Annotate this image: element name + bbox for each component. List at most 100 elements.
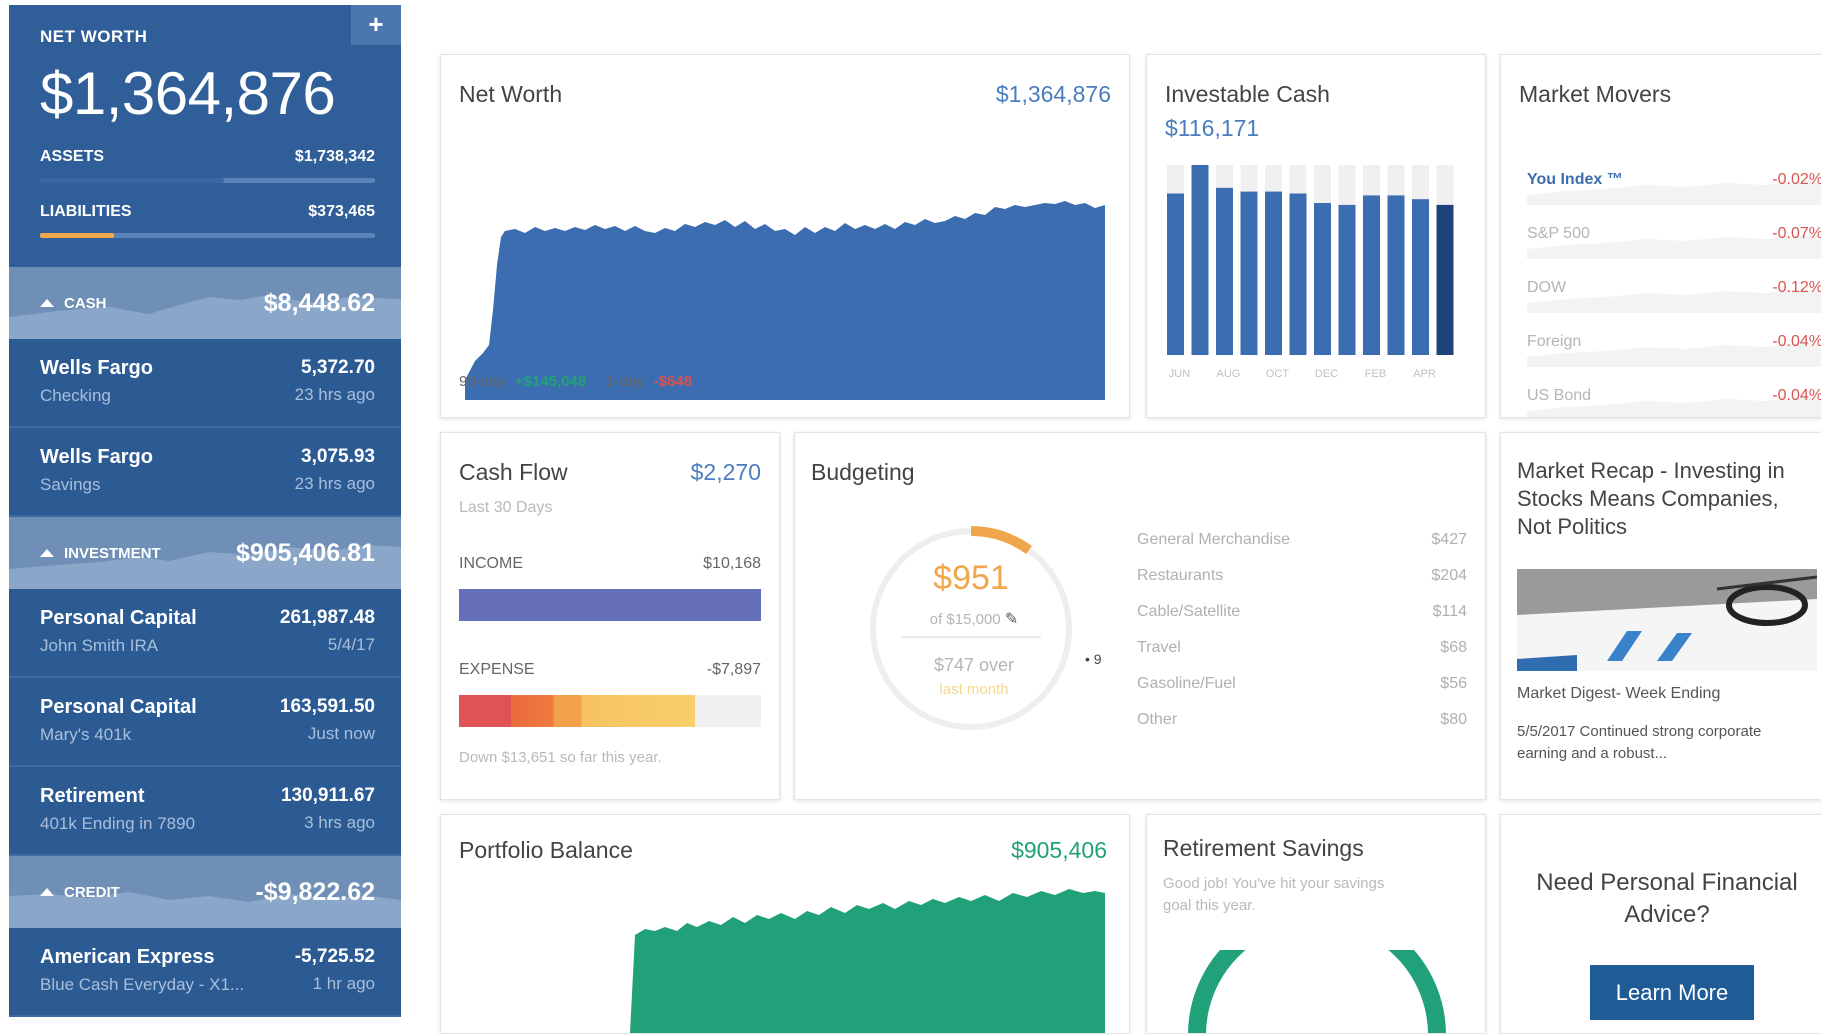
month-tick-label: OCT <box>1266 368 1290 380</box>
cash-bar[interactable] <box>1191 165 1209 355</box>
liabilities-row[interactable]: LIABILITIES $373,465 <box>40 203 375 221</box>
cash-bar[interactable] <box>1265 191 1282 355</box>
account-row[interactable]: Personal Capital John Smith IRA 261,987.4… <box>9 589 401 678</box>
budget-of: of $15,000 ✎ <box>899 609 1049 629</box>
account-balance: 130,911.67 <box>280 785 375 806</box>
portfolio-area-chart <box>630 889 1105 1033</box>
card-value: $2,270 <box>690 459 761 485</box>
account-updated: Just now <box>307 724 375 743</box>
account-name: Personal Capital <box>40 696 197 718</box>
account-name: Personal Capital <box>40 607 197 629</box>
budget-day: 9 <box>1093 651 1102 667</box>
budget-category-row[interactable]: Cable/Satellite $114 <box>1137 603 1467 621</box>
pencil-icon[interactable]: ✎ <box>1005 611 1018 628</box>
portfolio-balance-card[interactable]: Portfolio Balance $905,406 <box>440 814 1130 1034</box>
account-balance: 5,372.70 <box>301 357 375 378</box>
budget-category-row[interactable]: Restaurants $204 <box>1137 567 1467 585</box>
card-value: $1,364,876 <box>995 81 1111 107</box>
market-mover-row[interactable]: You Index ™ -0.02% <box>1527 155 1821 205</box>
account-sub: Mary's 401k <box>40 725 132 744</box>
account-updated: 1 hr ago <box>312 974 375 993</box>
budget-category-amount: $427 <box>1431 531 1467 548</box>
account-name: Wells Fargo <box>40 357 153 379</box>
cash-bar[interactable] <box>1240 191 1258 355</box>
account-row[interactable]: Wells Fargo Checking 5,372.70 23 hrs ago <box>9 339 401 428</box>
budget-category-name: Restaurants <box>1137 567 1224 584</box>
investable-cash-bar-chart: JUN AUG OCT DEC FEB APR <box>1167 165 1454 380</box>
period-90-label: 90-day <box>459 373 505 390</box>
cash-flow-footer: Down $13,651 so far this year. <box>459 749 662 766</box>
cash-bar[interactable] <box>1387 195 1405 355</box>
assets-bar <box>40 178 375 183</box>
market-mover-row[interactable]: US Bond -0.04% <box>1527 371 1821 417</box>
budget-category-row[interactable]: Other $80 <box>1137 711 1467 729</box>
cash-bar[interactable] <box>1412 199 1429 355</box>
budget-subtext: last month <box>939 681 1009 698</box>
cash-bar[interactable] <box>1216 187 1233 355</box>
group-credit[interactable]: CREDIT -$9,822.62 <box>9 856 401 928</box>
card-title: Portfolio Balance <box>459 837 633 863</box>
account-name: Retirement <box>40 785 145 807</box>
expense-value: -$7,897 <box>706 661 761 678</box>
group-value: $8,448.62 <box>263 288 375 317</box>
assets-bar-fill <box>40 178 225 183</box>
market-movers-card[interactable]: Market Movers You Index ™ -0.02% S&P 500 -0… <box>1500 54 1821 418</box>
budget-total: of $15,000 <box>929 611 1001 628</box>
cash-flow-card[interactable]: Cash Flow $2,270 Last 30 Days INCOME $10… <box>440 432 780 800</box>
market-recap-card[interactable]: Market Recap - Investing in Stocks Means… <box>1500 432 1821 800</box>
learn-more-button[interactable]: Learn More <box>1590 965 1754 1020</box>
budget-category-row[interactable]: Travel $68 <box>1137 639 1467 657</box>
budget-category-amount: $68 <box>1440 639 1467 656</box>
net-worth-card[interactable]: Net Worth $1,364,876 90-day +$145,048 1-… <box>440 54 1130 418</box>
article-title[interactable]: Market Recap - Investing in Stocks Means… <box>1517 457 1817 541</box>
month-tick-label: APR <box>1413 368 1436 380</box>
budgeting-card[interactable]: Budgeting $951 of $15,000 ✎ $747 over la… <box>794 432 1486 800</box>
budget-category-amount: $56 <box>1440 675 1467 692</box>
add-account-button[interactable]: + <box>351 5 401 45</box>
group-value: -$9,822.62 <box>255 877 375 906</box>
period-90-change: +$145,048 <box>514 373 587 390</box>
budget-category-amount: $204 <box>1431 567 1467 584</box>
cash-bar[interactable] <box>1338 204 1356 355</box>
account-name: American Express <box>40 946 215 968</box>
cash-bar[interactable] <box>1289 193 1307 356</box>
net-worth-area-chart <box>465 201 1105 400</box>
cash-bar[interactable] <box>1363 195 1380 355</box>
market-mover-change: -0.07% <box>1772 225 1821 242</box>
expense-label: EXPENSE <box>459 661 535 678</box>
assets-row[interactable]: ASSETS $1,738,342 <box>40 148 375 166</box>
account-updated: 23 hrs ago <box>294 474 375 493</box>
group-cash[interactable]: CASH $8,448.62 <box>9 267 401 339</box>
card-value: $905,406 <box>1011 837 1107 863</box>
cash-bar[interactable] <box>1436 204 1454 355</box>
expense-bar-fill <box>459 695 695 727</box>
budget-day-marker: • 9 <box>1085 651 1102 667</box>
account-row[interactable]: American Express Blue Cash Everyday - X1.… <box>9 928 401 1017</box>
account-row[interactable]: Wells Fargo Savings 3,075.93 23 hrs ago <box>9 428 401 517</box>
caret-up-icon <box>40 888 54 896</box>
account-row[interactable]: Personal Capital Mary's 401k 163,591.50 Ju… <box>9 678 401 767</box>
market-mover-change: -0.02% <box>1772 171 1821 188</box>
market-mover-row[interactable]: DOW -0.12% <box>1527 263 1821 313</box>
liabilities-bar <box>40 233 375 238</box>
card-title: Budgeting <box>811 459 915 485</box>
retirement-savings-card[interactable]: Retirement Savings Good job! You've hit … <box>1146 814 1486 1034</box>
account-row[interactable]: Retirement 401k Ending in 7890 130,911.67… <box>9 767 401 856</box>
market-mover-change: -0.04% <box>1772 387 1821 404</box>
group-investment[interactable]: INVESTMENT $905,406.81 <box>9 517 401 589</box>
account-sub: Blue Cash Everyday - X1... <box>40 975 245 994</box>
advice-card[interactable]: Need Personal Financial Advice? Learn Mo… <box>1500 814 1821 1034</box>
market-mover-row[interactable]: S&P 500 -0.07% <box>1527 209 1821 259</box>
assets-label: ASSETS <box>40 148 105 165</box>
budget-over: $747 over <box>933 655 1015 675</box>
caret-up-icon <box>40 299 54 307</box>
account-balance: 3,075.93 <box>301 446 375 467</box>
cash-bar[interactable] <box>1314 203 1331 355</box>
card-title: Retirement Savings <box>1163 835 1364 861</box>
budget-category-row[interactable]: General Merchandise $427 <box>1137 531 1467 549</box>
cash-bar[interactable] <box>1167 193 1184 356</box>
net-worth-value: $1,364,876 <box>40 60 336 127</box>
market-mover-row[interactable]: Foreign -0.04% <box>1527 317 1821 367</box>
investable-cash-card[interactable]: Investable Cash $116,171 JUN AUG OCT DEC FEB… <box>1146 54 1486 418</box>
budget-category-row[interactable]: Gasoline/Fuel $56 <box>1137 675 1467 693</box>
